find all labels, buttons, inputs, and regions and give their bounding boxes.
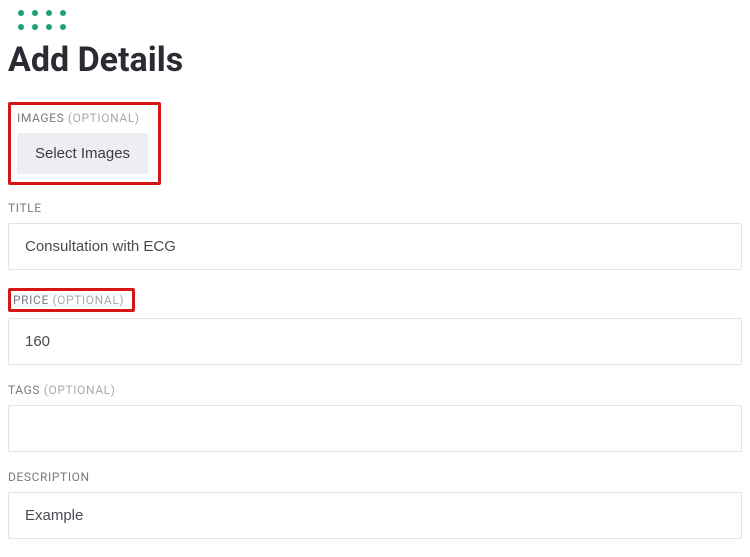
images-label: IMAGES (OPTIONAL): [17, 111, 148, 125]
tags-input[interactable]: [8, 405, 742, 452]
images-highlight: IMAGES (OPTIONAL) Select Images: [8, 102, 161, 185]
page-title: Add Details: [8, 40, 742, 80]
drag-handle-icon: [18, 10, 742, 34]
price-highlight: PRICE (OPTIONAL): [8, 288, 135, 312]
title-label: TITLE: [8, 201, 742, 215]
tags-label: TAGS (OPTIONAL): [8, 383, 742, 397]
price-input[interactable]: [8, 318, 742, 365]
title-input[interactable]: [8, 223, 742, 270]
select-images-button[interactable]: Select Images: [17, 133, 148, 174]
description-label: DESCRIPTION: [8, 470, 742, 484]
price-label: PRICE (OPTIONAL): [13, 293, 124, 307]
description-input[interactable]: [8, 492, 742, 539]
